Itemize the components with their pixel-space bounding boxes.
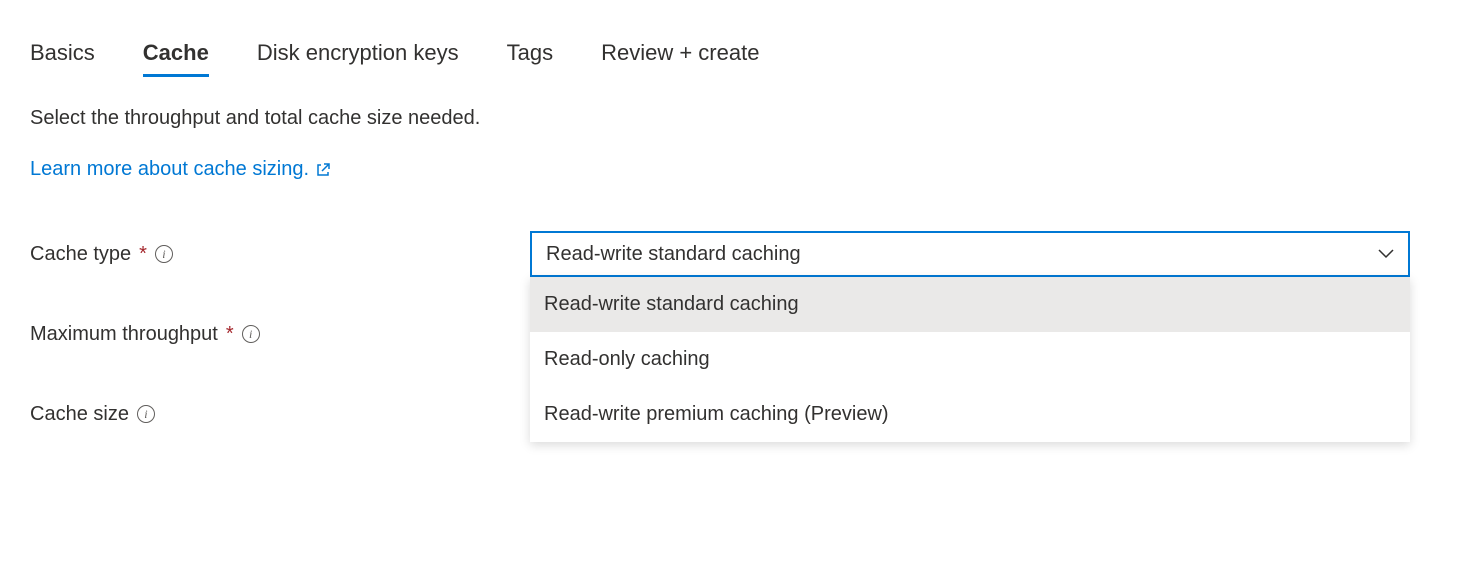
- cache-size-label-text: Cache size: [30, 403, 129, 426]
- cache-size-label: Cache size i: [30, 403, 530, 426]
- cache-type-select[interactable]: Read-write standard caching: [530, 231, 1410, 277]
- tabs-bar: Basics Cache Disk encryption keys Tags R…: [30, 40, 1445, 77]
- form-area: Cache type * i Read-write standard cachi…: [30, 231, 1445, 437]
- learn-more-link[interactable]: Learn more about cache sizing.: [30, 158, 331, 181]
- cache-type-select-wrapper: Read-write standard caching Read-write s…: [530, 231, 1410, 277]
- info-icon[interactable]: i: [155, 245, 173, 263]
- tab-tags[interactable]: Tags: [507, 40, 553, 77]
- info-icon[interactable]: i: [137, 405, 155, 423]
- required-indicator: *: [226, 323, 234, 346]
- cache-type-label: Cache type * i: [30, 243, 530, 266]
- dropdown-option-read-write-premium[interactable]: Read-write premium caching (Preview): [530, 387, 1410, 442]
- max-throughput-label-text: Maximum throughput: [30, 323, 218, 346]
- tab-disk-encryption-keys[interactable]: Disk encryption keys: [257, 40, 459, 77]
- cache-type-label-text: Cache type: [30, 243, 131, 266]
- tab-basics[interactable]: Basics: [30, 40, 95, 77]
- max-throughput-label: Maximum throughput * i: [30, 323, 530, 346]
- info-icon[interactable]: i: [242, 325, 260, 343]
- tab-cache[interactable]: Cache: [143, 40, 209, 77]
- tab-review-create[interactable]: Review + create: [601, 40, 759, 77]
- chevron-down-icon: [1378, 249, 1394, 259]
- learn-more-text: Learn more about cache sizing.: [30, 158, 309, 181]
- dropdown-option-read-write-standard[interactable]: Read-write standard caching: [530, 277, 1410, 332]
- cache-type-selected-value: Read-write standard caching: [546, 243, 801, 266]
- cache-type-dropdown: Read-write standard caching Read-only ca…: [530, 277, 1410, 442]
- page-description: Select the throughput and total cache si…: [30, 107, 1445, 130]
- dropdown-option-read-only[interactable]: Read-only caching: [530, 332, 1410, 387]
- external-link-icon: [315, 162, 331, 178]
- required-indicator: *: [139, 243, 147, 266]
